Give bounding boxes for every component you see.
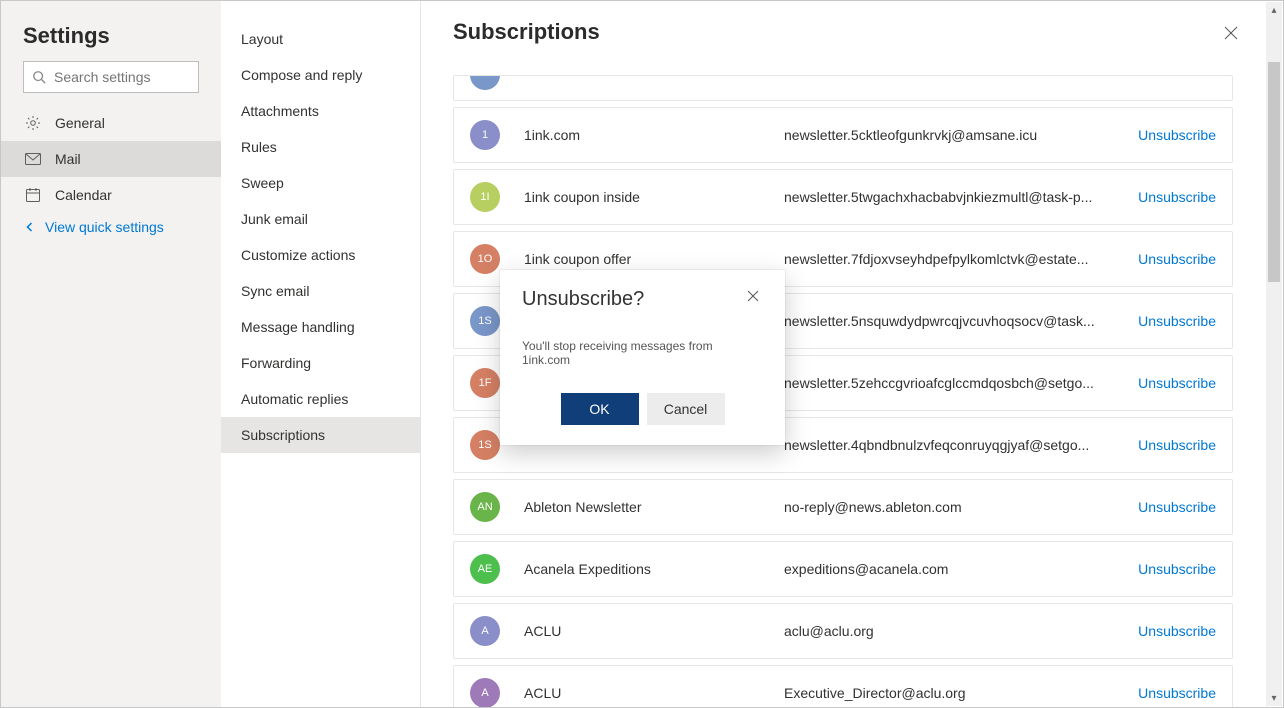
main-header: Subscriptions [453,19,1283,51]
sender-email: newsletter.7fdjoxvseyhdpefpylkomlctvk@es… [784,251,1138,267]
unsubscribe-link[interactable]: Unsubscribe [1138,375,1216,391]
subnav-item-sweep[interactable]: Sweep [221,165,420,201]
scrollbar[interactable]: ▴ ▾ [1266,2,1282,706]
subscription-row[interactable]: 1I 1ink coupon insidenewsletter.5twgachxh… [453,169,1233,225]
sender-email: newsletter.5twgachxhacbabvjnkiezmultl@ta… [784,189,1138,205]
sender-name: 1ink.com [524,127,784,143]
sidebar-item-label: Calendar [55,187,112,203]
view-quick-settings-link[interactable]: View quick settings [1,213,221,241]
unsubscribe-link[interactable]: Unsubscribe [1138,623,1216,639]
avatar: 1I [470,182,500,212]
dialog-title: Unsubscribe? [522,288,644,311]
avatar: 1S [470,306,500,336]
search-icon [32,69,46,85]
avatar: AN [470,492,500,522]
unsubscribe-link[interactable]: Unsubscribe [1138,561,1216,577]
sidebar-title: Settings [1,19,221,61]
chevron-left-icon [23,220,37,234]
subnav-item-sync-email[interactable]: Sync email [221,273,420,309]
sidebar-item-label: General [55,115,105,131]
quick-settings-label: View quick settings [45,219,164,235]
unsubscribe-link[interactable]: Unsubscribe [1138,127,1216,143]
close-button[interactable] [1215,19,1247,51]
ok-button[interactable]: OK [561,393,639,425]
subnav-item-customize-actions[interactable]: Customize actions [221,237,420,273]
sidebar: Settings General [1,1,221,707]
search-input[interactable] [52,68,237,86]
avatar: A [470,678,500,707]
subscription-row[interactable]: A ACLUExecutive_Director@aclu.orgUnsubscr… [453,665,1233,707]
settings-window: Settings General [0,0,1284,708]
unsubscribe-link[interactable]: Unsubscribe [1138,189,1216,205]
subnav-item-junk-email[interactable]: Junk email [221,201,420,237]
sender-email: newsletter.5nsquwdydpwrcqjvcuvhoqsocv@ta… [784,313,1138,329]
dialog-body: You'll stop receiving messages from 1ink… [522,339,763,367]
sender-email: expeditions@acanela.com [784,561,1138,577]
sender-email: aclu@aclu.org [784,623,1138,639]
avatar: AE [470,554,500,584]
subscription-row[interactable]: 1 1ink.comnewsletter.5cktleofgunkrvkj@ams… [453,107,1233,163]
scrollbar-thumb[interactable] [1268,62,1280,282]
sidebar-item-calendar[interactable]: Calendar [1,177,221,213]
unsubscribe-link[interactable]: Unsubscribe [1138,499,1216,515]
sender-name: ACLU [524,623,784,639]
sender-name: Acanela Expeditions [524,561,784,577]
search-container [1,61,221,105]
dialog-close-button[interactable] [743,288,763,308]
sender-email: newsletter.4qbndbnulzvfeqconruyqgjyaf@se… [784,437,1138,453]
subscription-row[interactable]: AE Acanela Expeditionsexpeditions@acanela… [453,541,1233,597]
avatar: 1O [470,244,500,274]
avatar: A [470,616,500,646]
sender-email: newsletter.5zehccgvrioafcglccmdqosbch@se… [784,375,1138,391]
subnav-item-layout[interactable]: Layout [221,21,420,57]
subnav-item-subscriptions[interactable]: Subscriptions [221,417,420,453]
sender-email: Executive_Director@aclu.org [784,685,1138,701]
sender-name: 1ink coupon inside [524,189,784,205]
close-icon [747,289,759,307]
avatar: 1 [470,120,500,150]
gear-icon [23,113,43,133]
cancel-button[interactable]: Cancel [647,393,725,425]
subscription-row[interactable]: A ACLUaclu@aclu.orgUnsubscribe [453,603,1233,659]
subscription-row[interactable]: AN Ableton Newsletterno-reply@news.ableto… [453,479,1233,535]
subnav-item-rules[interactable]: Rules [221,129,420,165]
unsubscribe-link[interactable]: Unsubscribe [1138,437,1216,453]
unsubscribe-dialog: Unsubscribe? You'll stop receiving messa… [500,270,785,445]
avatar: 1F [470,368,500,398]
sender-email: no-reply@news.ableton.com [784,499,1138,515]
search-box[interactable] [23,61,199,93]
unsubscribe-link[interactable]: Unsubscribe [1138,685,1216,701]
unsubscribe-link[interactable]: Unsubscribe [1138,313,1216,329]
subnav-item-message-handling[interactable]: Message handling [221,309,420,345]
subnav-item-compose-reply[interactable]: Compose and reply [221,57,420,93]
close-icon [1224,26,1238,45]
scroll-up-icon[interactable]: ▴ [1266,2,1282,18]
calendar-icon [23,185,43,205]
sender-name: Ableton Newsletter [524,499,784,515]
avatar: 1S [470,430,500,460]
mail-icon [23,149,43,169]
subnav-item-forwarding[interactable]: Forwarding [221,345,420,381]
sender-name: 1ink coupon offer [524,251,784,267]
sender-email: newsletter.5cktleofgunkrvkj@amsane.icu [784,127,1138,143]
unsubscribe-link[interactable]: Unsubscribe [1138,251,1216,267]
subscription-row[interactable] [453,75,1233,101]
page-title: Subscriptions [453,19,600,45]
sidebar-item-mail[interactable]: Mail [1,141,221,177]
subnav: Layout Compose and reply Attachments Rul… [221,1,421,707]
avatar [470,75,500,90]
sidebar-item-label: Mail [55,151,81,167]
subnav-item-attachments[interactable]: Attachments [221,93,420,129]
dialog-actions: OK Cancel [522,393,763,425]
scroll-down-icon[interactable]: ▾ [1266,690,1282,706]
sidebar-list: General Mail [1,105,221,213]
subnav-item-automatic-replies[interactable]: Automatic replies [221,381,420,417]
sender-name: ACLU [524,685,784,701]
sidebar-item-general[interactable]: General [1,105,221,141]
